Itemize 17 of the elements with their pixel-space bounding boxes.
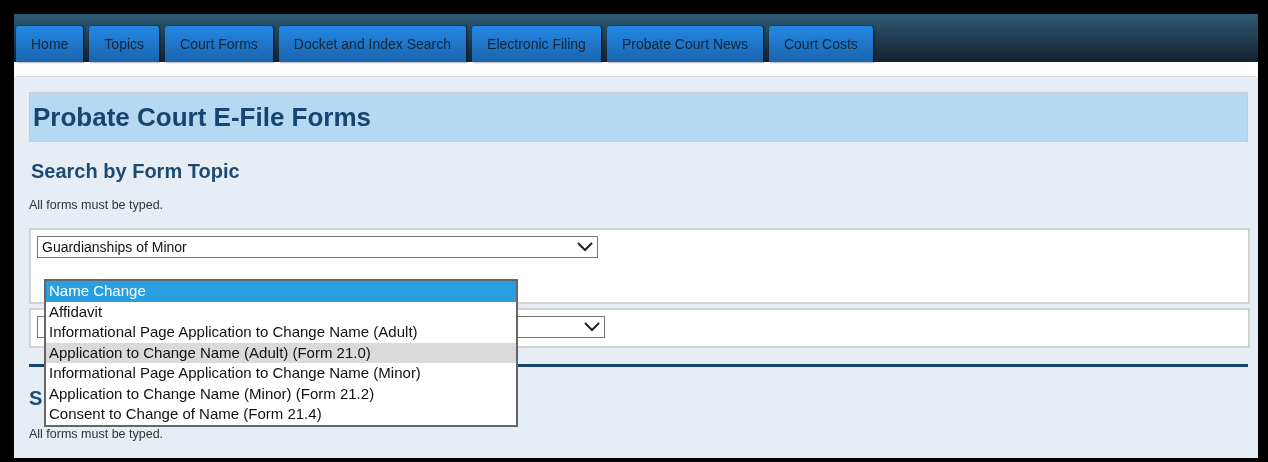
- nav-tab[interactable]: Topics: [89, 26, 160, 62]
- note-text: All forms must be typed.: [29, 427, 165, 441]
- nav-tab[interactable]: Electronic Filing: [472, 26, 601, 62]
- nav-tab[interactable]: Court Costs: [768, 26, 873, 62]
- chevron-down-icon: [584, 322, 600, 332]
- section-heading: S: [29, 387, 43, 411]
- nav-tab[interactable]: Court Forms: [165, 26, 273, 62]
- nav-tab[interactable]: Docket and Index Search: [278, 26, 467, 62]
- nav-tab[interactable]: Probate Court News: [606, 26, 763, 62]
- dropdown-option[interactable]: Name Change: [46, 281, 516, 302]
- chevron-down-icon: [577, 242, 593, 252]
- topic-select[interactable]: Guardianships of Minor: [37, 236, 598, 258]
- page-title: Probate Court E-File Forms: [29, 92, 1248, 142]
- section-heading: Search by Form Topic: [31, 160, 241, 184]
- note-text: All forms must be typed.: [29, 198, 165, 212]
- dropdown-option[interactable]: Application to Change Name (Adult) (Form 21.0): [46, 342, 516, 363]
- nav-tab[interactable]: Home: [16, 26, 84, 62]
